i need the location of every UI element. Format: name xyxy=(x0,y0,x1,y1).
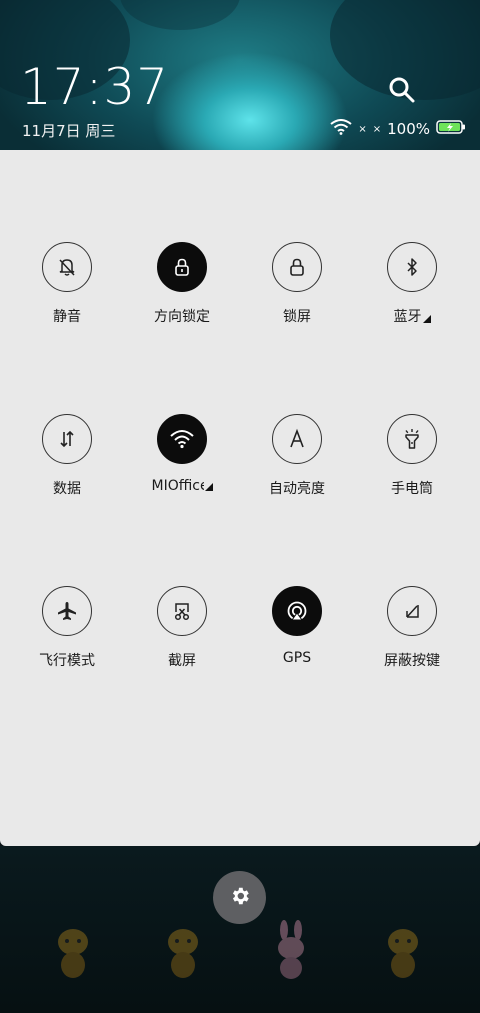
airplane-icon[interactable] xyxy=(42,586,92,636)
quick-settings-panel: 静音 方向锁定 锁屏 蓝牙 数据 MIOffice 自动亮度 手电筒 飞行模式 … xyxy=(0,150,480,939)
toggle-label: 静音 xyxy=(53,309,81,325)
toggle-label: 截屏 xyxy=(168,653,196,669)
lock-icon[interactable] xyxy=(272,242,322,292)
submenu-indicator-icon xyxy=(204,483,213,491)
status-icons: × × 100% xyxy=(330,119,466,139)
toggle-block-buttons[interactable]: 屏蔽按键 xyxy=(357,586,467,670)
toggle-label: 飞行模式 xyxy=(39,653,95,669)
submenu-indicator-icon xyxy=(422,315,431,323)
tiger-app-icon[interactable] xyxy=(378,920,428,980)
flashlight-icon[interactable] xyxy=(387,414,437,464)
toggle-label: 蓝牙 xyxy=(393,309,422,325)
settings-button[interactable] xyxy=(213,871,266,924)
search-icon[interactable] xyxy=(386,74,418,106)
toggle-rotation-lock[interactable]: 方向锁定 xyxy=(127,242,237,326)
status-bar: 17:37 11月7日 周三 × × 100% xyxy=(0,0,480,150)
toggle-lock-screen[interactable]: 锁屏 xyxy=(242,242,352,326)
rabbit-app-icon[interactable] xyxy=(266,920,316,980)
wifi-status-icon xyxy=(330,119,352,139)
toggle-flashlight[interactable]: 手电筒 xyxy=(357,414,467,498)
bell-off-icon[interactable] xyxy=(42,242,92,292)
toggle-airplane[interactable]: 飞行模式 xyxy=(12,586,122,670)
toggle-label: 锁屏 xyxy=(283,309,311,325)
wifi-icon[interactable] xyxy=(157,414,207,464)
toggle-gps[interactable]: GPS xyxy=(242,586,352,666)
toggle-label: 手电筒 xyxy=(391,481,433,497)
data-arrows-icon[interactable] xyxy=(42,414,92,464)
no-signal-indicator: × xyxy=(372,123,382,135)
toggle-bluetooth[interactable]: 蓝牙 xyxy=(357,242,467,326)
scissors-icon[interactable] xyxy=(157,586,207,636)
toggle-mute[interactable]: 静音 xyxy=(12,242,122,326)
date[interactable]: 11月7日 周三 xyxy=(22,120,115,141)
toggle-screenshot[interactable]: 截屏 xyxy=(127,586,237,670)
toggle-label: GPS xyxy=(282,650,312,666)
toggle-label: 数据 xyxy=(53,481,81,497)
no-signal-indicator: × xyxy=(358,123,367,135)
bluetooth-icon[interactable] xyxy=(387,242,437,292)
auto-brightness-icon[interactable] xyxy=(272,414,322,464)
toggle-label: MIOffice xyxy=(151,478,204,494)
clock[interactable]: 17:37 xyxy=(20,58,169,116)
toggle-auto-brightness[interactable]: 自动亮度 xyxy=(242,414,352,498)
toggle-label: 屏蔽按键 xyxy=(384,653,440,669)
toggle-label: 自动亮度 xyxy=(269,481,325,497)
battery-percent: 100% xyxy=(387,120,430,138)
rotation-lock-icon[interactable] xyxy=(157,242,207,292)
tiger-app-icon[interactable] xyxy=(158,920,208,980)
toggle-mobile-data[interactable]: 数据 xyxy=(12,414,122,498)
toggle-label: 方向锁定 xyxy=(154,309,210,325)
location-icon[interactable] xyxy=(272,586,322,636)
gear-icon xyxy=(229,885,251,911)
toggle-wifi[interactable]: MIOffice xyxy=(127,414,237,494)
tiger-app-icon[interactable] xyxy=(48,920,98,980)
battery-charging-icon xyxy=(436,120,466,138)
block-buttons-icon[interactable] xyxy=(387,586,437,636)
